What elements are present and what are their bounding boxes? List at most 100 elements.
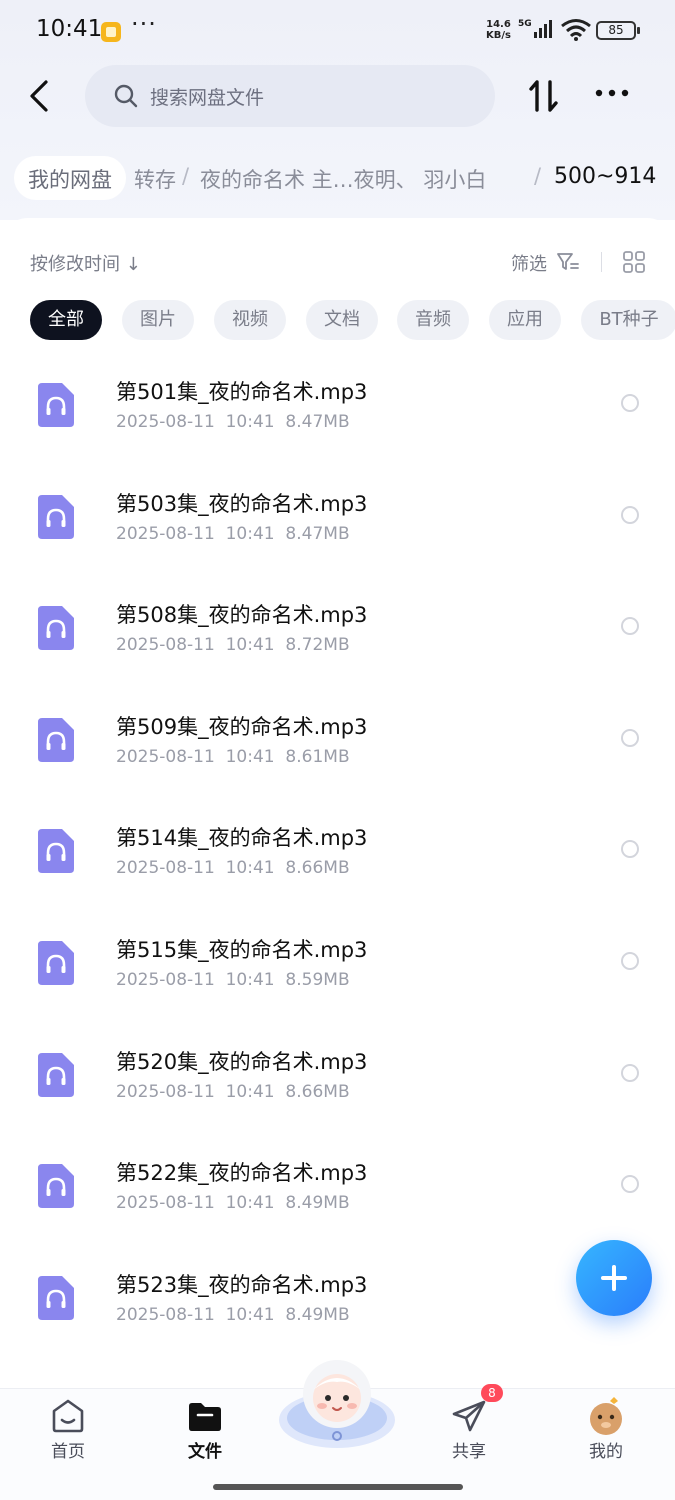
audio-file-icon bbox=[38, 829, 74, 874]
nav-item-share[interactable]: 共享 bbox=[419, 1389, 519, 1469]
send-icon bbox=[452, 1400, 486, 1432]
file-select-checkbox[interactable] bbox=[621, 952, 639, 970]
home-icon bbox=[52, 1399, 84, 1433]
file-size: 8.66MB bbox=[285, 1081, 350, 1102]
more-options-icon[interactable] bbox=[594, 84, 634, 108]
file-row[interactable]: 第514集_夜的命名术.mp3 2025-08-11 10:41 8.66MB bbox=[0, 794, 675, 906]
file-size: 8.49MB bbox=[285, 1193, 350, 1214]
network-speed-value: 14.6 bbox=[486, 19, 511, 30]
file-name: 第514集_夜的命名术.mp3 bbox=[116, 826, 368, 851]
file-select-checkbox[interactable] bbox=[621, 394, 639, 412]
file-date: 2025-08-11 bbox=[116, 746, 215, 767]
audio-file-icon bbox=[38, 1164, 74, 1209]
file-select-checkbox[interactable] bbox=[621, 505, 639, 524]
home-indicator bbox=[213, 1484, 463, 1490]
status-bar: 10:41 ··· 14.6 KB/s 5G 85 bbox=[0, 0, 675, 62]
battery-icon: 85 bbox=[596, 21, 640, 40]
file-name: 第501集_夜的命名术.mp3 bbox=[116, 380, 368, 404]
file-size: 8.59MB bbox=[285, 970, 350, 990]
breadcrumb-root[interactable]: 我的网盘 bbox=[14, 156, 126, 200]
file-name: 第520集_夜的命名术.mp3 bbox=[116, 1049, 368, 1074]
file-browser-panel: 按修改时间 ↓ 筛选 全部 图片 视频 文档 音频 应用 BT种子 第501集_… bbox=[0, 218, 675, 1388]
file-meta: 2025-08-11 10:41 8.49MB bbox=[116, 1305, 350, 1325]
folder-icon bbox=[189, 1403, 221, 1431]
file-row[interactable]: 第508集_夜的命名术.mp3 2025-08-11 10:41 8.72MB bbox=[0, 571, 675, 683]
file-size: 8.61MB bbox=[285, 746, 350, 767]
file-time: 10:41 bbox=[225, 1193, 275, 1214]
file-time: 10:41 bbox=[225, 1081, 275, 1102]
file-date: 2025-08-11 bbox=[116, 1193, 215, 1214]
file-row[interactable]: 第523集_夜的命名术.mp3 2025-08-11 10:41 8.49MB bbox=[0, 1241, 675, 1353]
file-time: 10:41 bbox=[225, 1304, 275, 1325]
status-time: 10:41 bbox=[36, 16, 103, 42]
search-icon bbox=[114, 84, 138, 108]
file-size: 8.66MB bbox=[285, 858, 350, 879]
nav-item-home[interactable]: 首页 bbox=[18, 1389, 118, 1469]
file-row[interactable]: 第520集_夜的命名术.mp3 2025-08-11 10:41 8.66MB bbox=[0, 1018, 675, 1130]
file-select-checkbox[interactable] bbox=[621, 1063, 639, 1082]
file-row[interactable]: 第515集_夜的命名术.mp3 2025-08-11 10:41 8.59MB bbox=[0, 906, 675, 1018]
back-button[interactable] bbox=[22, 76, 58, 116]
filter-chip-images[interactable]: 图片 bbox=[122, 300, 194, 340]
file-select-checkbox[interactable] bbox=[621, 1175, 639, 1194]
filter-chip-audio[interactable]: 音频 bbox=[397, 300, 469, 340]
sort-order-button[interactable]: 按修改时间 ↓ bbox=[30, 250, 141, 276]
mascot-assistant-icon[interactable] bbox=[276, 1352, 398, 1452]
filter-chip-documents[interactable]: 文档 bbox=[306, 300, 378, 340]
file-row[interactable]: 第501集_夜的命名术.mp3 2025-08-11 10:41 8.47MB bbox=[0, 348, 675, 460]
file-size: 8.47MB bbox=[285, 523, 350, 544]
audio-file-icon bbox=[38, 494, 74, 539]
filter-chip-bt-torrents[interactable]: BT种子 bbox=[581, 300, 675, 340]
nav-item-profile[interactable]: 我的 bbox=[556, 1389, 656, 1469]
file-meta: 2025-08-11 10:41 8.59MB bbox=[116, 970, 350, 990]
file-meta: 2025-08-11 10:41 8.66MB bbox=[116, 1082, 350, 1102]
file-meta: 2025-08-11 10:41 8.49MB bbox=[116, 1193, 350, 1213]
file-date: 2025-08-11 bbox=[116, 1081, 215, 1102]
breadcrumb-item[interactable]: 转存 bbox=[134, 164, 176, 194]
file-date: 2025-08-11 bbox=[116, 970, 215, 990]
file-name: 第508集_夜的命名术.mp3 bbox=[116, 603, 368, 628]
grid-view-icon[interactable] bbox=[622, 250, 646, 274]
filter-icon[interactable] bbox=[556, 251, 580, 273]
audio-file-icon bbox=[38, 1052, 74, 1097]
file-size: 8.72MB bbox=[285, 635, 350, 656]
file-meta: 2025-08-11 10:41 8.72MB bbox=[116, 635, 350, 655]
filter-chip-all[interactable]: 全部 bbox=[30, 300, 102, 340]
network-speed-unit: KB/s bbox=[486, 30, 511, 41]
file-date: 2025-08-11 bbox=[116, 1304, 215, 1325]
filter-chip-apps[interactable]: 应用 bbox=[489, 300, 561, 340]
notification-app-icon bbox=[101, 22, 121, 42]
file-time: 10:41 bbox=[225, 635, 275, 656]
audio-file-icon bbox=[38, 1275, 74, 1320]
audio-file-icon bbox=[38, 717, 74, 762]
file-size: 8.47MB bbox=[285, 412, 350, 432]
status-more-icon: ··· bbox=[131, 10, 157, 38]
file-meta: 2025-08-11 10:41 8.47MB bbox=[116, 412, 350, 432]
nav-label-home: 首页 bbox=[51, 1442, 85, 1462]
file-time: 10:41 bbox=[225, 858, 275, 879]
file-time: 10:41 bbox=[225, 412, 275, 432]
search-placeholder: 搜索网盘文件 bbox=[150, 87, 265, 109]
screen: 10:41 ··· 14.6 KB/s 5G 85 搜索网盘文件 我的网盘 转存… bbox=[0, 0, 675, 1500]
filter-button[interactable]: 筛选 bbox=[511, 250, 547, 276]
breadcrumb-separator: / bbox=[182, 164, 190, 188]
filter-chip-videos[interactable]: 视频 bbox=[214, 300, 286, 340]
breadcrumb-item[interactable]: 夜的命名术 主…夜明、 羽小白 bbox=[200, 164, 486, 194]
sort-toggle-icon[interactable] bbox=[526, 76, 562, 116]
toolbar-divider bbox=[601, 252, 602, 272]
file-meta: 2025-08-11 10:41 8.61MB bbox=[116, 747, 350, 767]
file-select-checkbox[interactable] bbox=[621, 617, 639, 636]
file-type-filter-bar: 全部 图片 视频 文档 音频 应用 BT种子 bbox=[30, 300, 675, 340]
file-row[interactable]: 第509集_夜的命名术.mp3 2025-08-11 10:41 8.61MB bbox=[0, 683, 675, 795]
nav-item-files[interactable]: 文件 bbox=[155, 1389, 255, 1469]
file-row[interactable]: 第522集_夜的命名术.mp3 2025-08-11 10:41 8.49MB bbox=[0, 1129, 675, 1241]
search-input[interactable]: 搜索网盘文件 bbox=[85, 65, 495, 127]
file-row[interactable]: 第503集_夜的命名术.mp3 2025-08-11 10:41 8.47MB bbox=[0, 460, 675, 572]
wifi-icon bbox=[561, 19, 591, 41]
file-date: 2025-08-11 bbox=[116, 858, 215, 879]
audio-file-icon bbox=[38, 383, 74, 427]
file-select-checkbox[interactable] bbox=[621, 840, 639, 859]
breadcrumb-current: 500~914 bbox=[554, 164, 657, 189]
add-button[interactable] bbox=[576, 1240, 652, 1316]
file-select-checkbox[interactable] bbox=[621, 728, 639, 747]
